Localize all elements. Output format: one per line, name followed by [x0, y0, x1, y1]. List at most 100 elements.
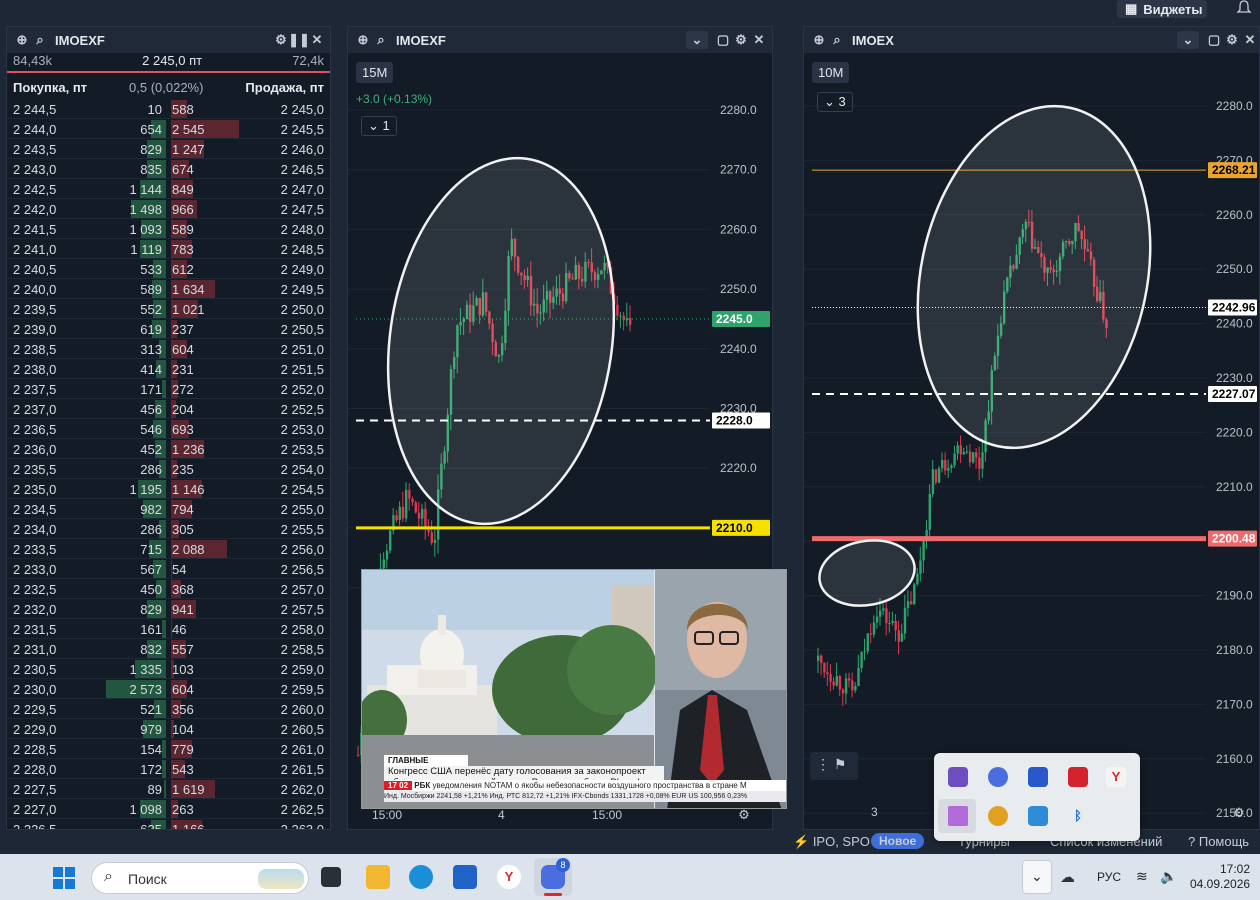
study-count-button[interactable]: ⌄ 1	[361, 116, 397, 136]
orderbook-row[interactable]: 2 234,0 286 305 2 255,5	[7, 519, 330, 539]
tray-app-icon[interactable]	[948, 767, 968, 787]
taskbar-search[interactable]: ⌕ Поиск	[91, 862, 309, 894]
orderbook-row[interactable]: 2 244,5 10 588 2 245,0	[7, 99, 330, 119]
orderbook-row[interactable]: 2 239,0 619 237 2 250,5	[7, 319, 330, 339]
orderbook-row[interactable]: 2 237,5 171 272 2 252,0	[7, 379, 330, 399]
orderbook-row[interactable]: 2 233,5 715 2 088 2 256,0	[7, 539, 330, 559]
close-icon[interactable]: ✕	[308, 31, 326, 49]
language-indicator[interactable]: РУС	[1097, 870, 1121, 884]
orderbook-row[interactable]: 2 242,5 1 144 849 2 247,0	[7, 179, 330, 199]
y-tick-label: 2160.0	[1216, 752, 1253, 766]
chart2-symbol[interactable]: IMOEX	[852, 33, 894, 48]
orderbook-row[interactable]: 2 231,0 832 557 2 258,5	[7, 639, 330, 659]
pause-icon[interactable]: ❚❚	[288, 31, 310, 49]
maximize-icon[interactable]: ▢	[1205, 31, 1223, 49]
chart2-canvas[interactable]: 2280.02270.02260.02250.02240.02230.02220…	[804, 53, 1259, 829]
orderbook-row[interactable]: 2 238,0 414 231 2 251,5	[7, 359, 330, 379]
tray-app-icon[interactable]	[988, 806, 1008, 826]
widgets-button[interactable]: ▦ Виджеты	[1117, 0, 1207, 18]
windows-start-icon[interactable]	[53, 867, 75, 889]
orderbook-row[interactable]: 2 234,5 982 794 2 255,0	[7, 499, 330, 519]
maximize-icon[interactable]: ▢	[714, 31, 732, 49]
timeframe-button[interactable]: 15M	[356, 62, 394, 83]
ipo-link[interactable]: ⚡ IPO, SPO	[793, 834, 870, 850]
weather-cloud-icon[interactable]: ☁	[1060, 868, 1075, 886]
buy-volume: 456	[140, 402, 162, 417]
search-icon[interactable]: ⌕	[828, 31, 846, 49]
orderbook-row[interactable]: 2 228,5 154 779 2 261,0	[7, 739, 330, 759]
orderbook-row[interactable]: 2 238,5 313 604 2 251,0	[7, 339, 330, 359]
orderbook-row[interactable]: 2 240,0 589 1 634 2 249,5	[7, 279, 330, 299]
shield-tray-icon[interactable]	[1028, 806, 1048, 826]
candle-body	[931, 469, 935, 494]
buy-price: 2 242,5	[13, 182, 57, 197]
yandex-tray-icon[interactable]: Y	[1106, 767, 1126, 787]
chart1-symbol[interactable]: IMOEXF	[396, 33, 446, 48]
orderbook-row[interactable]: 2 239,5 552 1 021 2 250,0	[7, 299, 330, 319]
close-icon[interactable]: ✕	[750, 31, 768, 49]
store-icon[interactable]	[453, 865, 477, 889]
orderbook-row[interactable]: 2 236,5 546 693 2 253,0	[7, 419, 330, 439]
bluetooth-icon[interactable]: ᛒ	[1068, 806, 1088, 826]
search-icon[interactable]: ⌕	[31, 31, 49, 49]
orderbook-row[interactable]: 2 232,5 450 368 2 257,0	[7, 579, 330, 599]
tray-overflow-button[interactable]: ⌄	[1022, 860, 1052, 894]
gear-icon[interactable]: ⚙	[732, 31, 750, 49]
orderbook-row[interactable]: 2 228,0 172 543 2 261,5	[7, 759, 330, 779]
orderbook-row[interactable]: 2 243,0 835 674 2 246,5	[7, 159, 330, 179]
timeframe-button[interactable]: 10M	[812, 62, 850, 83]
orderbook-row[interactable]: 2 235,0 1 195 1 146 2 254,5	[7, 479, 330, 499]
orderbook-row[interactable]: 2 230,0 2 573 604 2 259,5	[7, 679, 330, 699]
yandex-browser-icon[interactable]: Y	[497, 865, 521, 889]
task-view-icon[interactable]	[321, 867, 341, 887]
study-count-button[interactable]: ⌄ 3	[817, 92, 853, 112]
orderbook-row[interactable]: 2 235,5 286 235 2 254,0	[7, 459, 330, 479]
orderbook-row[interactable]: 2 243,5 829 1 247 2 246,0	[7, 139, 330, 159]
orderbook-row[interactable]: 2 230,5 1 335 103 2 259,0	[7, 659, 330, 679]
orderbook-row[interactable]: 2 242,0 1 498 966 2 247,5	[7, 199, 330, 219]
orderbook-row[interactable]: 2 233,0 567 54 2 256,5	[7, 559, 330, 579]
candle-body	[913, 584, 916, 605]
add-icon[interactable]: ⊕	[354, 31, 372, 49]
news-ticker: 17 02 РБК уведомления NOTAM о якобы небе…	[384, 780, 786, 802]
orderbook-row[interactable]: 2 240,5 533 612 2 249,0	[7, 259, 330, 279]
speaker-icon[interactable]: 🔈	[1160, 868, 1177, 885]
search-icon[interactable]: ⌕	[372, 31, 390, 49]
orderbook-row[interactable]: 2 241,0 1 119 783 2 248,5	[7, 239, 330, 259]
tray-app-icon[interactable]	[1068, 767, 1088, 787]
tray-app-icon[interactable]	[1028, 767, 1048, 787]
wifi-icon[interactable]: ≋	[1136, 868, 1148, 885]
orderbook-row[interactable]: 2 236,0 452 1 236 2 253,5	[7, 439, 330, 459]
new-badge: Новое	[871, 833, 925, 849]
candle-body	[956, 445, 959, 454]
orderbook-row[interactable]: 2 227,0 1 098 263 2 262,5	[7, 799, 330, 819]
clock[interactable]: 17:02 04.09.2026	[1190, 862, 1250, 892]
orderbook-row[interactable]: 2 229,5 521 356 2 260,0	[7, 699, 330, 719]
edge-browser-icon[interactable]	[409, 865, 433, 889]
bell-icon[interactable]	[1236, 0, 1252, 16]
orderbook-row[interactable]: 2 227,5 89 1 619 2 262,0	[7, 779, 330, 799]
orderbook-row[interactable]: 2 241,5 1 093 589 2 248,0	[7, 219, 330, 239]
active-app-slot[interactable]: 8	[534, 858, 572, 896]
settings-icon[interactable]: ⚙	[1230, 804, 1248, 822]
close-icon[interactable]: ✕	[1241, 31, 1259, 49]
orderbook-symbol[interactable]: IMOEXF	[55, 33, 105, 48]
gear-icon[interactable]: ⚙	[1223, 31, 1241, 49]
drawing-tools[interactable]: ⋮ ⚑	[810, 752, 858, 780]
chevron-down-icon[interactable]: ⌄	[686, 31, 708, 49]
chevron-down-icon[interactable]: ⌄	[1177, 31, 1199, 49]
add-icon[interactable]: ⊕	[13, 31, 31, 49]
orderbook-row[interactable]: 2 229,0 979 104 2 260,5	[7, 719, 330, 739]
orderbook-row[interactable]: 2 226,5 635 1 166 2 263,0	[7, 819, 330, 829]
orderbook-row[interactable]: 2 244,0 654 2 545 2 245,5	[7, 119, 330, 139]
orderbook-row[interactable]: 2 232,0 829 941 2 257,5	[7, 599, 330, 619]
file-explorer-icon[interactable]	[366, 865, 390, 889]
news-video-player[interactable]: ГЛАВНЫЕ НОВОСТИ Конгресс США перенёс дат…	[361, 569, 787, 809]
pen-tray-icon[interactable]	[948, 806, 968, 826]
tray-app-icon[interactable]	[988, 767, 1008, 787]
orderbook-row[interactable]: 2 237,0 456 204 2 252,5	[7, 399, 330, 419]
orderbook-row[interactable]: 2 231,5 161 46 2 258,0	[7, 619, 330, 639]
y-tick-label: 2190.0	[1216, 589, 1253, 603]
help-link[interactable]: ? Помощь	[1188, 834, 1249, 849]
add-icon[interactable]: ⊕	[810, 31, 828, 49]
